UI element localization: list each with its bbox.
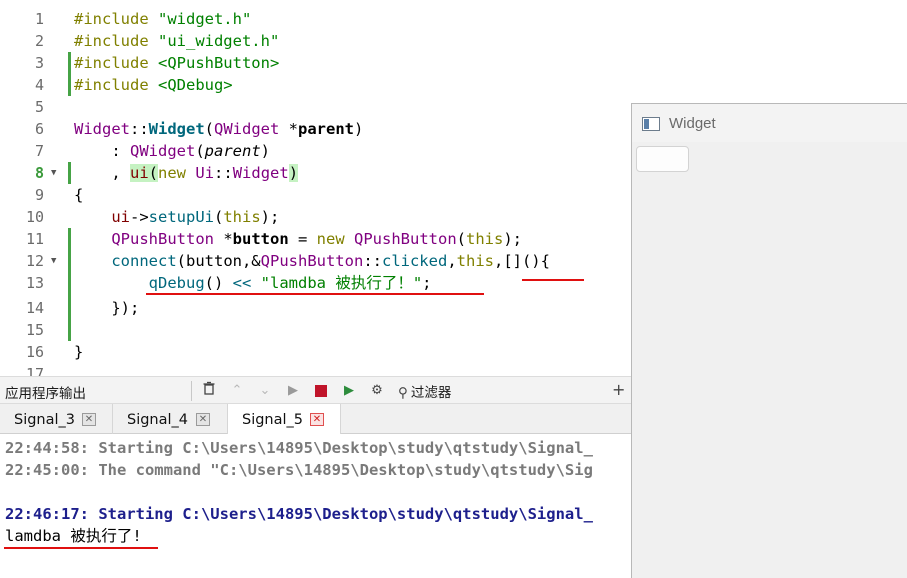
- code-line: , ui(new Ui::Widget): [74, 164, 299, 182]
- tab-signal-3[interactable]: Signal_3 ✕: [0, 404, 113, 434]
- close-icon[interactable]: ✕: [310, 413, 324, 426]
- change-marker: [68, 52, 71, 96]
- settings-icon[interactable]: ⚙: [367, 381, 387, 401]
- line-number: 6: [34, 120, 44, 138]
- push-button[interactable]: [636, 146, 689, 172]
- window-title: Widget: [669, 115, 716, 132]
- output-toolbar: 应用程序输出 ⌃ ⌄ ▶ ▶ ⚙ ⚲ 过滤器: [0, 376, 632, 404]
- change-marker: [68, 162, 71, 184]
- output-line: 22:44:58: Starting C:\Users\14895\Deskto…: [5, 439, 593, 457]
- down-icon[interactable]: ⌄: [255, 381, 275, 401]
- line-number: 17: [25, 365, 44, 376]
- line-number: 14: [25, 299, 44, 317]
- tab-signal-5[interactable]: Signal_5 ✕: [228, 404, 341, 435]
- code-line: QPushButton *button = new QPushButton(th…: [111, 230, 522, 248]
- up-icon[interactable]: ⌃: [227, 381, 247, 401]
- line-number: 11: [25, 230, 44, 248]
- code-line: ui->setupUi(this);: [111, 208, 280, 226]
- tab-label: Signal_4: [127, 412, 189, 428]
- output-line: 22:45:00: The command "C:\Users\14895\De…: [5, 461, 593, 479]
- code-line: #include "widget.h": [74, 10, 252, 28]
- line-number: 12: [25, 252, 44, 270]
- line-number-current: 8: [34, 164, 44, 182]
- line-number: 4: [34, 76, 44, 94]
- widget-window[interactable]: Widget: [631, 103, 907, 578]
- annotation-underline: [522, 279, 584, 281]
- line-number-gutter: 1 2 3 4 5 6 7 8 9 10 11 12 13 14 15 16 1…: [0, 0, 68, 376]
- fold-arrow-icon[interactable]: ▼: [51, 250, 56, 272]
- output-line: 22:46:17: Starting C:\Users\14895\Deskto…: [5, 505, 593, 523]
- line-number: 10: [25, 208, 44, 226]
- code-line: Widget::Widget(QWidget *parent): [74, 120, 364, 138]
- stop-icon[interactable]: [311, 381, 331, 401]
- filter-label: 过滤器: [410, 385, 452, 401]
- add-icon[interactable]: +: [612, 380, 625, 399]
- run-icon[interactable]: ▶: [283, 381, 303, 401]
- line-number: 7: [34, 142, 44, 160]
- code-line: }: [74, 343, 84, 361]
- fold-arrow-icon[interactable]: ▼: [51, 162, 56, 184]
- close-icon[interactable]: ✕: [196, 413, 210, 426]
- line-number: 16: [25, 343, 44, 361]
- output-line: lamdba 被执行了!: [5, 527, 142, 545]
- close-icon[interactable]: ✕: [82, 413, 96, 426]
- trash-icon[interactable]: [199, 381, 219, 401]
- line-number: 2: [34, 32, 44, 50]
- line-number: 9: [34, 186, 44, 204]
- application-output[interactable]: 22:44:58: Starting C:\Users\14895\Deskto…: [0, 434, 632, 578]
- line-number: 15: [25, 321, 44, 339]
- line-number: 13: [25, 274, 44, 292]
- filter-field[interactable]: ⚲ 过滤器: [398, 381, 451, 401]
- code-line: });: [74, 299, 140, 317]
- tab-signal-4[interactable]: Signal_4 ✕: [113, 404, 228, 434]
- code-line: #include <QDebug>: [74, 76, 233, 94]
- code-line: {: [74, 186, 84, 204]
- window-titlebar[interactable]: Widget: [632, 104, 907, 142]
- change-marker: [68, 228, 71, 341]
- line-number: 5: [34, 98, 44, 116]
- output-tab-bar: Signal_3 ✕ Signal_4 ✕ Signal_5 ✕: [0, 404, 632, 435]
- output-pane-title: 应用程序输出: [5, 386, 86, 402]
- window-icon: [642, 117, 660, 131]
- code-line: #include "ui_widget.h": [74, 32, 280, 50]
- toolbar-separator: [191, 381, 192, 401]
- line-number: 1: [34, 10, 44, 28]
- code-line: #include <QPushButton>: [74, 54, 280, 72]
- annotation-underline: [146, 293, 484, 295]
- tab-label: Signal_3: [14, 412, 76, 428]
- line-number: 3: [34, 54, 44, 72]
- search-icon: ⚲: [398, 385, 408, 401]
- code-line: qDebug() << "lamdba 被执行了！";: [148, 274, 432, 292]
- tab-label: Signal_5: [242, 412, 304, 428]
- code-line: connect(button,&QPushButton::clicked,thi…: [111, 252, 550, 270]
- code-line: : QWidget(parent): [74, 142, 271, 160]
- debug-run-icon[interactable]: ▶: [339, 381, 359, 401]
- annotation-underline: [4, 547, 158, 549]
